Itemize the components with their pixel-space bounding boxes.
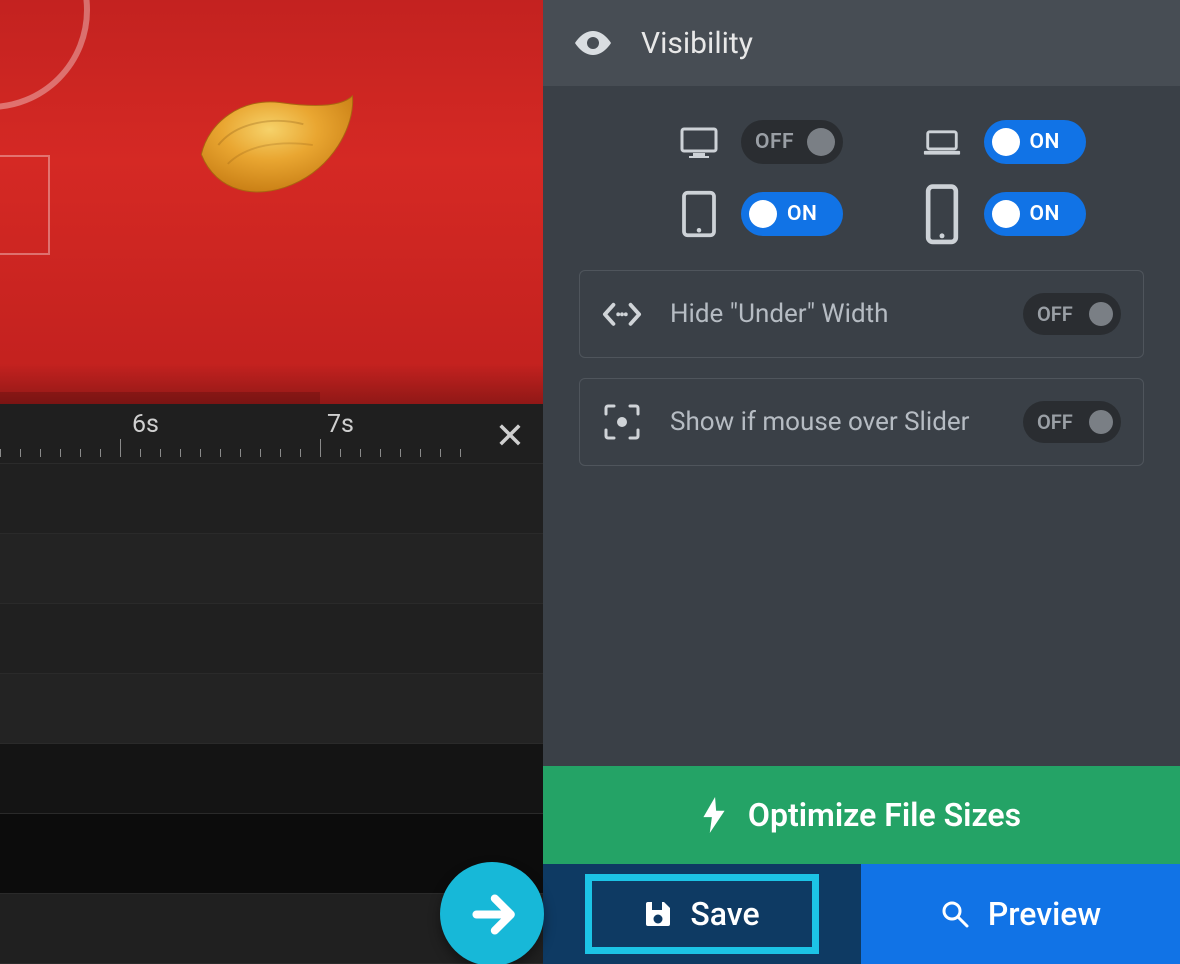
hide-under-width-label: Hide "Under" Width xyxy=(670,299,995,329)
toggle-knob xyxy=(1089,410,1113,434)
visibility-section-header[interactable]: Visibility xyxy=(543,0,1180,86)
tablet-icon xyxy=(679,196,719,232)
width-code-icon xyxy=(602,294,642,334)
canvas-footer-bar xyxy=(0,392,320,404)
next-arrow-button[interactable] xyxy=(440,862,544,964)
toggle-knob xyxy=(992,128,1020,156)
focus-target-icon xyxy=(602,402,642,442)
visibility-laptop-toggle[interactable]: ON xyxy=(984,120,1086,164)
show-if-mouse-over-label: Show if mouse over Slider xyxy=(670,407,995,437)
toggle-knob xyxy=(749,200,777,228)
visibility-phone-toggle[interactable]: ON xyxy=(984,192,1086,236)
save-label: Save xyxy=(690,895,759,933)
toggle-knob xyxy=(807,128,835,156)
timeline-track[interactable] xyxy=(0,464,543,534)
slider-canvas[interactable] xyxy=(0,0,543,404)
toggle-knob xyxy=(1089,302,1113,326)
canvas-decoration-box xyxy=(0,155,50,255)
timeline-track[interactable] xyxy=(0,604,543,674)
eye-icon xyxy=(573,27,613,59)
optimize-file-sizes-button[interactable]: Optimize File Sizes xyxy=(543,766,1180,864)
section-title: Visibility xyxy=(641,26,753,61)
canvas-decoration-arc xyxy=(0,0,90,110)
laptop-icon xyxy=(922,124,962,160)
timeline-track[interactable] xyxy=(0,674,543,744)
hide-under-width-toggle[interactable]: OFF xyxy=(1023,293,1121,335)
desktop-icon xyxy=(679,124,719,160)
show-if-mouse-over-toggle[interactable]: OFF xyxy=(1023,401,1121,443)
canvas-chip-image[interactable] xyxy=(190,85,360,205)
preview-label: Preview xyxy=(988,895,1101,933)
bolt-icon xyxy=(702,797,726,833)
save-icon xyxy=(644,900,672,928)
timeline-close-icon[interactable]: ✕ xyxy=(495,418,525,454)
visibility-tablet-toggle[interactable]: ON xyxy=(741,192,843,236)
visibility-desktop-toggle[interactable]: OFF xyxy=(741,120,843,164)
show-if-mouse-over-row: Show if mouse over Slider OFF xyxy=(579,378,1144,466)
timeline-label-7s: 7s xyxy=(327,410,354,439)
timeline-label-6s: 6s xyxy=(132,410,159,439)
optimize-label: Optimize File Sizes xyxy=(748,796,1021,834)
arrow-right-icon xyxy=(465,887,520,942)
search-icon xyxy=(940,899,970,929)
hide-under-width-row: Hide "Under" Width OFF xyxy=(579,270,1144,358)
preview-button[interactable]: Preview xyxy=(861,864,1180,964)
save-button[interactable]: Save xyxy=(585,874,818,954)
timeline-ruler[interactable]: 6s 7s ✕ xyxy=(0,404,543,464)
timeline-track[interactable] xyxy=(0,534,543,604)
timeline-area: 6s 7s ✕ xyxy=(0,404,543,964)
phone-icon xyxy=(922,196,962,232)
toggle-knob xyxy=(992,200,1020,228)
timeline-track[interactable] xyxy=(0,744,543,814)
